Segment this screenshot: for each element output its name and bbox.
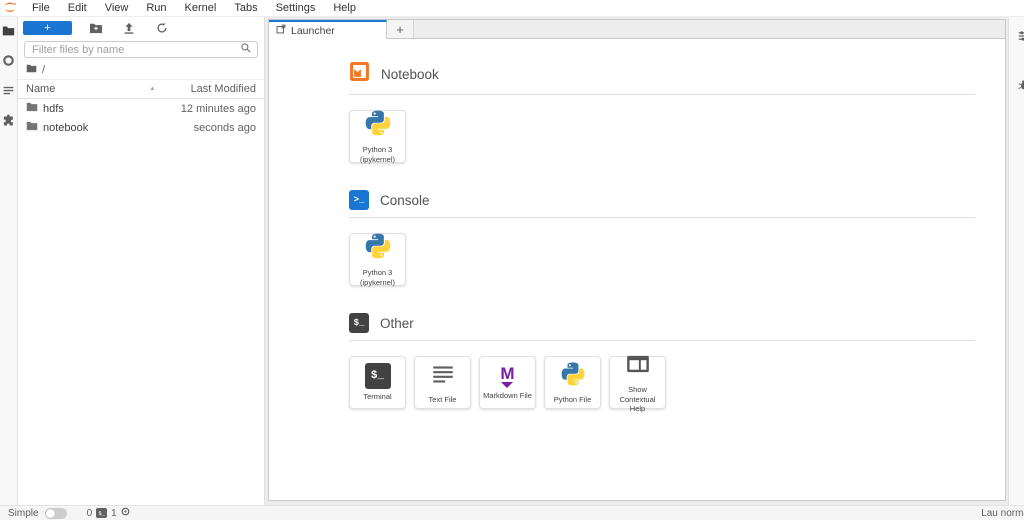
folder-icon [26,121,38,134]
filter-files-searchbox [24,41,258,58]
launcher-card-text-file[interactable]: Text File [414,356,471,409]
launcher-card-python-file[interactable]: Python File [544,356,601,409]
section-divider [349,340,975,341]
menu-edit[interactable]: Edit [59,0,96,16]
section-console: >_ Console Python 3 (ipyke [349,190,975,286]
kernels-count: 1 [111,508,117,519]
text-file-icon [430,361,456,392]
python-logo [364,109,392,142]
markdown-icon: M [500,365,514,388]
file-browser-icon[interactable] [2,24,15,37]
column-name[interactable]: Name ▲ [26,83,191,95]
section-divider [349,217,975,218]
launcher-tab-label: Launcher [291,25,335,37]
extension-manager-icon[interactable] [2,114,15,127]
card-label: Show Contextual Help [610,385,665,414]
notebook-icon [349,61,370,87]
dock-panel: Launcher + Notebook [265,17,1008,505]
home-folder-icon[interactable] [26,64,37,76]
status-bar: Simple 0 $_ 1 Lau norma [0,505,1024,520]
refresh-icon[interactable] [154,21,170,35]
launcher-card-contextual-help[interactable]: Show Contextual Help [609,356,666,409]
filter-files-input[interactable] [27,44,240,56]
python-logo [560,361,586,392]
contextual-help-icon [625,351,651,382]
launcher-body: Notebook Python 3 (ipykernel) [269,39,1005,500]
tab-launcher[interactable]: Launcher [269,20,387,39]
menu-settings[interactable]: Settings [267,0,325,16]
menu-view[interactable]: View [96,0,138,16]
main-area: + / Name ▲ [0,16,1024,505]
running-sessions-icon[interactable] [2,54,15,67]
section-divider [349,94,975,95]
section-title: Notebook [381,67,439,82]
status-right-text: Lau norma [981,508,1024,519]
python-logo [364,232,392,265]
menu-help[interactable]: Help [324,0,365,16]
file-row-hdfs[interactable]: hdfs 12 minutes ago [18,99,264,118]
card-label: Text File [428,395,458,405]
menu-bar: File Edit View Run Kernel Tabs Settings … [0,0,1024,16]
section-other: $_ Other $_ Terminal [349,313,975,409]
folder-icon [26,102,38,115]
terminal-icon: $_ [349,313,369,333]
sort-asc-icon: ▲ [149,86,155,92]
launcher-card-markdown-file[interactable]: M Markdown File [479,356,536,409]
launcher-card-notebook-python3[interactable]: Python 3 (ipykernel) [349,110,406,163]
breadcrumb[interactable]: / [18,60,264,79]
column-name-label: Name [26,83,55,95]
file-name: hdfs [43,103,64,115]
kernel-terminal-counts[interactable]: 0 $_ 1 [87,507,130,519]
file-list-header: Name ▲ Last Modified [18,79,264,99]
new-tab-button[interactable]: + [387,20,414,38]
file-browser-panel: + / Name ▲ [18,17,265,505]
simple-mode-toggle[interactable] [45,508,67,519]
property-inspector-icon[interactable] [1017,29,1024,42]
menu-run[interactable]: Run [137,0,175,16]
file-row-notebook[interactable]: notebook seconds ago [18,118,264,137]
column-last-modified[interactable]: Last Modified [191,83,256,95]
section-title: Other [380,316,414,331]
terminals-count: 0 [87,508,93,519]
card-label: Python 3 (ipykernel) [359,145,396,165]
search-icon [240,42,252,57]
table-of-contents-icon[interactable] [2,84,15,97]
launcher-card-terminal[interactable]: $_ Terminal [349,356,406,409]
file-modified: 12 minutes ago [181,103,256,115]
debugger-icon[interactable] [1017,78,1024,91]
section-title: Console [380,193,430,208]
launcher-tab-icon [276,24,286,37]
terminal-icon: $_ [365,363,391,389]
upload-icon[interactable] [121,21,137,35]
menu-kernel[interactable]: Kernel [176,0,226,16]
card-label: Python File [553,395,593,405]
section-notebook: Notebook Python 3 (ipykernel) [349,61,975,163]
kernel-status-icon [121,507,130,519]
file-modified: seconds ago [194,122,256,134]
launcher-card-console-python3[interactable]: Python 3 (ipykernel) [349,233,406,286]
breadcrumb-root[interactable]: / [42,64,45,76]
left-activity-bar [0,17,18,505]
menu-file[interactable]: File [23,0,59,16]
card-label: Markdown File [482,391,533,401]
tab-bar: Launcher + [269,20,1005,39]
menu-tabs[interactable]: Tabs [225,0,266,16]
console-icon: >_ [349,190,369,210]
terminal-status-icon: $_ [96,508,107,518]
new-launcher-button[interactable]: + [23,21,72,35]
simple-mode-label: Simple [8,508,39,519]
jupyter-logo-icon [3,2,19,14]
file-name: notebook [43,122,88,134]
new-folder-icon[interactable] [88,21,104,35]
card-label: Terminal [362,392,392,402]
file-browser-toolbar: + [18,17,264,38]
right-activity-bar [1008,17,1024,505]
card-label: Python 3 (ipykernel) [359,268,396,288]
